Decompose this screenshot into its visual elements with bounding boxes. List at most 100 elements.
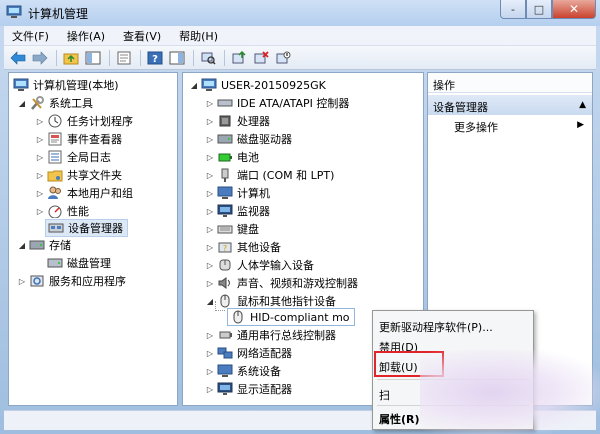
device-category-monitor[interactable]: ▷ 监视器 [205, 202, 270, 220]
expanded-arrow-icon[interactable]: ◢ [205, 297, 215, 306]
keyboard-icon [217, 222, 233, 236]
expanded-arrow-icon[interactable]: ◢ [17, 99, 27, 108]
up-folder-icon[interactable] [61, 48, 81, 68]
collapsed-arrow-icon[interactable]: ▷ [205, 189, 215, 198]
device-category-ports[interactable]: ▷ 端口 (COM 和 LPT) [205, 166, 334, 184]
collapsed-arrow-icon[interactable]: ▷ [205, 117, 215, 126]
actions-section-device-manager[interactable]: 设备管理器 ▲ [428, 95, 592, 115]
export-list-icon[interactable] [114, 48, 134, 68]
help-icon[interactable]: ? [145, 48, 165, 68]
shared-folder-icon [47, 168, 63, 182]
collapsed-arrow-icon[interactable]: ▷ [35, 153, 45, 162]
collapsed-arrow-icon[interactable]: ▷ [35, 171, 45, 180]
device-category-processor[interactable]: ▷ 处理器 [205, 112, 270, 130]
device-category-keyboard[interactable]: ▷ 键盘 [205, 220, 259, 238]
expanded-arrow-icon[interactable]: ◢ [189, 81, 199, 90]
menu-update-driver[interactable]: 更新驱动程序软件(P)... [379, 319, 493, 335]
disable-device-icon[interactable] [273, 48, 293, 68]
more-actions-link[interactable]: 更多操作 [454, 119, 498, 135]
mouse-icon [230, 310, 246, 324]
expanded-arrow-icon[interactable]: ◢ [17, 241, 27, 250]
device-category-usb[interactable]: ▷ 通用串行总线控制器 [205, 326, 336, 344]
menu-properties[interactable]: 属性(R) [379, 411, 420, 427]
menu-bar: 文件(F) 操作(A) 查看(V) 帮助(H) [4, 26, 596, 46]
menu-file[interactable]: 文件(F) [4, 28, 59, 44]
tree-item-label: 本地用户和组 [67, 187, 133, 200]
collapsed-arrow-icon[interactable]: ▷ [205, 279, 215, 288]
device-tree-label: USER-20150925GK [221, 78, 326, 92]
tools-icon [29, 96, 45, 110]
collapsed-arrow-icon[interactable]: ▷ [205, 261, 215, 270]
collapsed-arrow-icon[interactable]: ▷ [205, 243, 215, 252]
collapsed-arrow-icon[interactable]: ▷ [205, 153, 215, 162]
back-icon[interactable] [8, 48, 28, 68]
close-button[interactable]: ✕ [552, 0, 596, 19]
collapsed-arrow-icon[interactable]: ▷ [205, 171, 215, 180]
device-category-ide[interactable]: ▷ IDE ATA/ATAPI 控制器 [205, 94, 349, 112]
tree-item-services-apps[interactable]: ▷ 服务和应用程序 [17, 272, 126, 290]
tree-item-event-viewer[interactable]: ▷ 事件查看器 [35, 130, 122, 148]
uninstall-icon[interactable] [251, 48, 271, 68]
device-category-system[interactable]: ▷ 系统设备 [205, 362, 281, 380]
collapsed-arrow-icon[interactable]: ▷ [35, 117, 45, 126]
device-category-label: 其他设备 [237, 241, 281, 254]
collapsed-arrow-icon[interactable]: ▷ [35, 135, 45, 144]
show-hide-action-pane-icon[interactable] [167, 48, 187, 68]
tree-item-storage[interactable]: ◢ 存储 [17, 236, 71, 254]
device-label: HID-compliant mo [250, 310, 350, 324]
device-hid-compliant-mouse[interactable]: HID-compliant mo [227, 308, 355, 326]
collapse-up-icon[interactable]: ▲ [579, 100, 586, 110]
device-category-hid[interactable]: ▷ 人体学输入设备 [205, 256, 314, 274]
tree-item-label: 事件查看器 [67, 133, 122, 146]
menu-view[interactable]: 查看(V) [115, 28, 171, 44]
collapsed-arrow-icon[interactable]: ▷ [35, 189, 45, 198]
collapsed-arrow-icon[interactable]: ▷ [205, 349, 215, 358]
menu-help[interactable]: 帮助(H) [171, 28, 228, 44]
tree-item-task-scheduler[interactable]: ▷ 任务计划程序 [35, 112, 133, 130]
device-category-disk-drives[interactable]: ▷ 磁盘驱动器 [205, 130, 292, 148]
update-driver-icon[interactable] [229, 48, 249, 68]
collapsed-arrow-icon[interactable]: ▷ [35, 207, 45, 216]
collapsed-arrow-icon[interactable]: ▷ [205, 225, 215, 234]
processor-icon [217, 114, 233, 128]
maximize-button[interactable]: □ [526, 0, 552, 19]
collapsed-arrow-icon[interactable]: ▷ [205, 207, 215, 216]
device-category-other[interactable]: ▷ ? 其他设备 [205, 238, 281, 256]
svg-text:?: ? [152, 54, 158, 65]
tree-item-performance[interactable]: ▷ 性能 [35, 202, 89, 220]
console-tree-icon[interactable] [83, 48, 103, 68]
port-icon [217, 168, 233, 182]
tree-item-label: 全局日志 [67, 151, 111, 164]
tree-item-computer-management[interactable]: 计算机管理(本地) [11, 76, 119, 94]
tree-item-local-users[interactable]: ▷ 本地用户和组 [35, 184, 133, 202]
tree-item-system-tools[interactable]: ◢ 系统工具 [17, 94, 93, 112]
tree-item-shared-folders[interactable]: ▷ 共享文件夹 [35, 166, 122, 184]
device-category-battery[interactable]: ▷ 电池 [205, 148, 259, 166]
collapsed-arrow-icon[interactable]: ▷ [205, 99, 215, 108]
forward-icon[interactable] [30, 48, 50, 68]
tree-item-global-log[interactable]: ▷ 全局日志 [35, 148, 111, 166]
device-category-label: 电池 [237, 151, 259, 164]
title-bar: 计算机管理 - □ ✕ [0, 0, 600, 26]
device-category-display[interactable]: ▷ 显示适配器 [205, 380, 292, 398]
clock-icon [47, 114, 63, 128]
device-tree-computer[interactable]: ◢ USER-20150925GK [189, 76, 326, 94]
hid-icon [217, 258, 233, 272]
device-category-network[interactable]: ▷ 网络适配器 [205, 344, 292, 362]
collapsed-arrow-icon[interactable]: ▷ [205, 385, 215, 394]
collapsed-arrow-icon[interactable]: ▷ [205, 331, 215, 340]
collapsed-arrow-icon[interactable]: ▷ [17, 277, 27, 286]
device-manager-icon [48, 221, 64, 235]
device-category-sound[interactable]: ▷ 声音、视频和游戏控制器 [205, 274, 358, 292]
device-category-label: 显示适配器 [237, 383, 292, 396]
computer-management-icon [13, 78, 29, 92]
minimize-button[interactable]: - [500, 0, 526, 19]
menu-scan-hardware[interactable]: 扫 [379, 387, 390, 403]
scan-hardware-icon[interactable] [198, 48, 218, 68]
device-category-computer[interactable]: ▷ 计算机 [205, 184, 270, 202]
tree-item-device-manager[interactable]: 设备管理器 [45, 219, 128, 237]
collapsed-arrow-icon[interactable]: ▷ [205, 135, 215, 144]
menu-action[interactable]: 操作(A) [59, 28, 115, 44]
tree-item-disk-management[interactable]: 磁盘管理 [45, 254, 111, 272]
collapsed-arrow-icon[interactable]: ▷ [205, 367, 215, 376]
